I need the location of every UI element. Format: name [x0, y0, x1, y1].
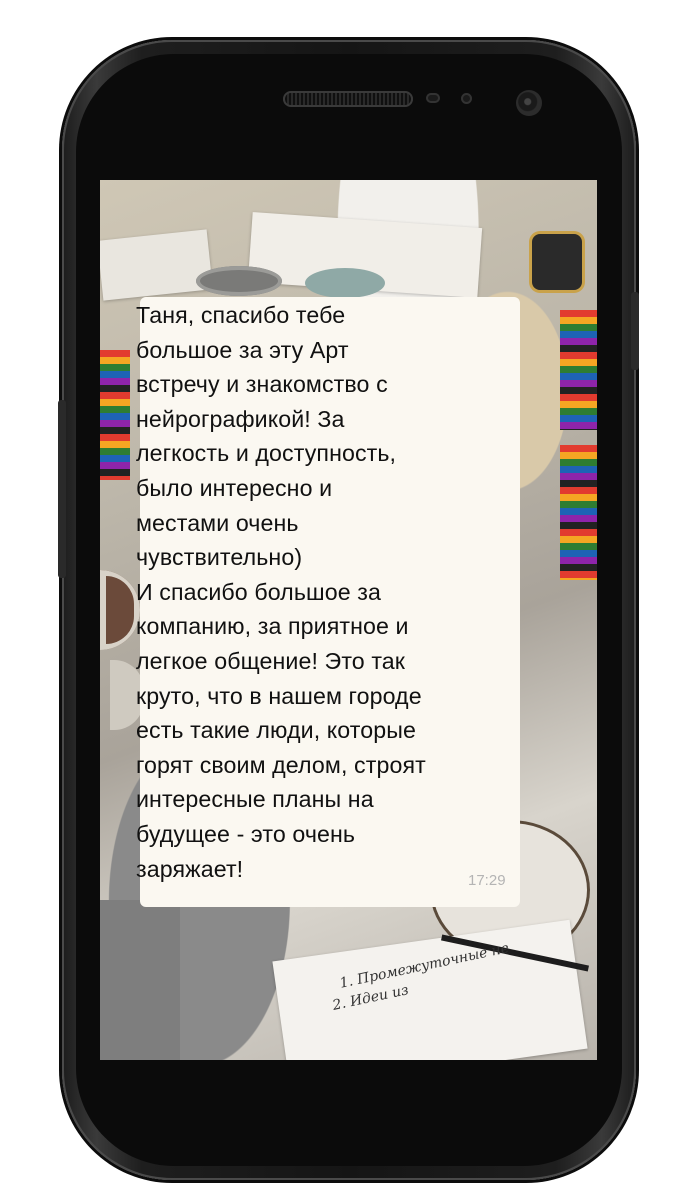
chat-screen: 1. Промежуточные не 2. Идеи из Таня, спа… [100, 180, 597, 1060]
pen-cup [196, 266, 282, 296]
front-camera-icon [516, 90, 542, 116]
marker-set-right-lower [560, 445, 597, 580]
coffee-cup [100, 570, 140, 650]
volume-button [58, 400, 66, 578]
power-button [631, 292, 639, 370]
marker-set-right [560, 310, 597, 430]
light-sensor-icon [461, 93, 472, 104]
background-paper-bottom [272, 919, 588, 1060]
marker-set-left [100, 350, 130, 480]
proximity-sensor-icon [426, 93, 440, 103]
dark-paper-bottom-left [100, 900, 180, 1060]
mug [305, 268, 385, 298]
earpiece-speaker [283, 91, 413, 107]
message-text: Таня, спасибо тебе большое за эту Арт вс… [136, 302, 426, 882]
phone-on-table [532, 234, 582, 290]
message-timestamp: 17:29 [468, 872, 506, 889]
background-paper-left [100, 229, 213, 301]
